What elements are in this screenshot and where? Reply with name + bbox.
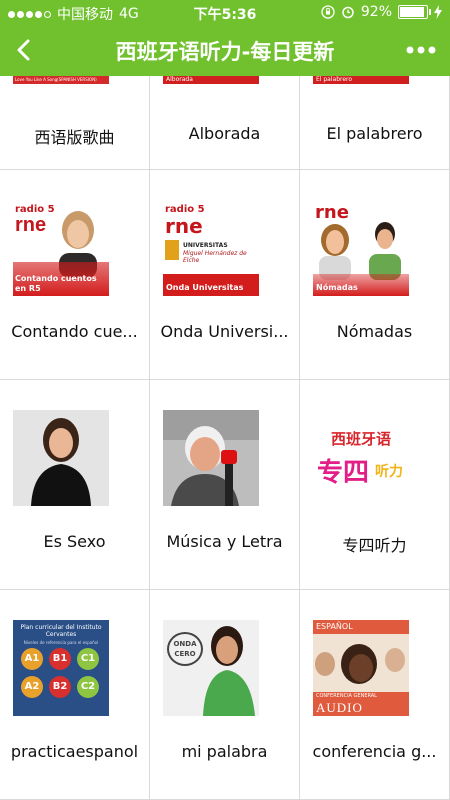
thumb-contando-cuentos: radio 5 rne Contando cuentos en R5 xyxy=(13,200,109,296)
more-dots-icon[interactable] xyxy=(404,38,438,62)
thumb-es-sexo xyxy=(13,410,109,506)
alarm-icon xyxy=(342,6,354,19)
status-right: 92% xyxy=(321,4,442,20)
item-label: Es Sexo xyxy=(43,532,106,551)
item-label: Onda Universi... xyxy=(160,322,289,341)
grid-item[interactable]: ESPAÑOL CONFERENCIA GENERAL AUDIO confer… xyxy=(300,590,450,800)
grid-item[interactable]: Love You Like A Song(SPANISH VERSION) 西语… xyxy=(0,76,150,170)
hosts-portrait xyxy=(319,222,401,280)
thumb-onda-universitas: radio 5 rne UNIVERSITAS Miguel Hernández… xyxy=(163,200,259,296)
woman-black-top-photo xyxy=(13,410,109,506)
page-title: 西班牙语听力-每日更新 xyxy=(115,40,335,64)
grid-item[interactable]: ONDA CERO mi palabra xyxy=(150,590,300,800)
grid-item[interactable]: 西班牙语 专四 听力 专四听力 xyxy=(300,380,450,590)
orientation-lock-icon xyxy=(321,5,335,19)
thumb-nomadas: rne Nómadas xyxy=(313,200,409,296)
grid-item[interactable]: Música y Letra xyxy=(150,380,300,590)
grid-item[interactable]: rne Nómadas Nómadas xyxy=(300,170,450,380)
grid-item[interactable]: Es Sexo xyxy=(0,380,150,590)
thumb-musica-y-letra xyxy=(163,410,259,506)
grid-item[interactable]: Alborada Alborada xyxy=(150,76,300,170)
onda-cero-logo: ONDA CERO xyxy=(167,632,203,666)
thumb-plan-curricular: Plan curricular del Instituto Cervantes … xyxy=(13,620,109,716)
thumb-mi-palabra: ONDA CERO xyxy=(163,620,259,716)
thumb-spanish-songs: Love You Like A Song(SPANISH VERSION) xyxy=(13,76,109,84)
item-label: Alborada xyxy=(188,124,261,143)
item-label: Contando cue... xyxy=(11,322,138,341)
thumb-conferencia-general: ESPAÑOL CONFERENCIA GENERAL AUDIO xyxy=(313,620,409,716)
item-label: practicaespanol xyxy=(10,742,139,761)
battery-level xyxy=(400,7,424,17)
grid-item[interactable]: radio 5 rne UNIVERSITAS Miguel Hernández… xyxy=(150,170,300,380)
item-label: mi palabra xyxy=(181,742,268,761)
older-man-microphone-photo xyxy=(163,410,259,506)
podcast-grid: Love You Like A Song(SPANISH VERSION) 西语… xyxy=(0,76,450,800)
grid-item[interactable]: radio 5 rne Contando cuentos en R5 Conta… xyxy=(0,170,150,380)
item-label: conferencia g... xyxy=(312,742,437,761)
universitas-logo-icon xyxy=(165,240,179,260)
thumb-palabrero: El palabrero xyxy=(313,76,409,84)
grid-item[interactable]: El palabrero El palabrero xyxy=(300,76,450,170)
battery-percent: 92% xyxy=(360,4,392,20)
item-label: 西语版歌曲 xyxy=(34,128,115,147)
item-label: 专四听力 xyxy=(342,536,407,555)
item-label: Nómadas xyxy=(336,322,413,341)
thumb-alborada: Alborada xyxy=(163,76,259,84)
status-bar: 中国移动 4G 下午5:36 92% xyxy=(0,0,450,26)
battery-icon xyxy=(398,5,431,19)
smiling-people-photo xyxy=(313,634,409,692)
thumb-zhuansi: 西班牙语 专四 听力 xyxy=(313,410,409,506)
grid-item[interactable]: Plan curricular del Instituto Cervantes … xyxy=(0,590,150,800)
charging-bolt-icon xyxy=(434,5,442,19)
woman-green-top-photo xyxy=(203,626,255,716)
item-label: El palabrero xyxy=(326,124,423,143)
nav-bar: 西班牙语听力-每日更新 xyxy=(0,26,450,76)
item-label: Música y Letra xyxy=(166,532,283,551)
back-chevron-icon[interactable] xyxy=(10,35,40,65)
